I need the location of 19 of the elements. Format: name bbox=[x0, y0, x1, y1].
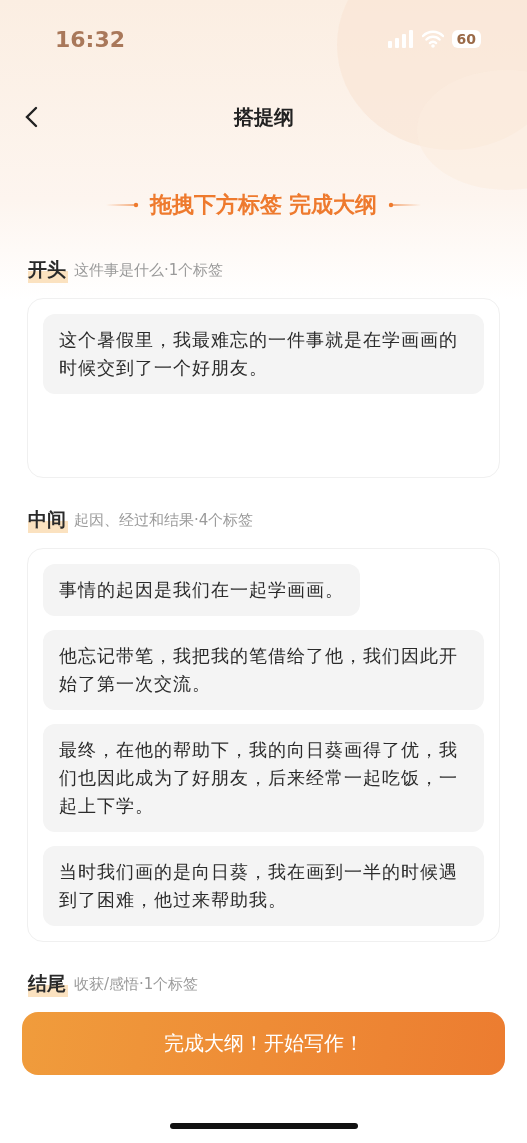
section-subtitle: 这件事是什么·1个标签 bbox=[74, 260, 224, 280]
section-subtitle: 收获/感悟·1个标签 bbox=[74, 974, 199, 994]
status-time: 16:32 bbox=[55, 26, 126, 52]
outline-tag[interactable]: 事情的起因是我们在一起学画画。 bbox=[43, 564, 360, 616]
outline-tag[interactable]: 最终，在他的帮助下，我的向日葵画得了优，我们也因此成为了好朋友，后来经常一起吃饭，一起上下学。 bbox=[43, 724, 484, 832]
outline-tag[interactable]: 这个暑假里，我最难忘的一件事就是在学画画的时候交到了一个好朋友。 bbox=[43, 314, 484, 394]
section-title: 中间 bbox=[28, 507, 68, 533]
ornament-line-icon bbox=[105, 201, 140, 209]
outline-tag[interactable]: 他忘记带笔，我把我的笔借给了他，我们因此开始了第一次交流。 bbox=[43, 630, 484, 710]
section-title: 结尾 bbox=[28, 971, 68, 997]
ornament-line-icon bbox=[387, 201, 422, 209]
outline-tag[interactable]: 当时我们画的是向日葵，我在画到一半的时候遇到了困难，他过来帮助我。 bbox=[43, 846, 484, 926]
wifi-icon bbox=[421, 30, 444, 48]
section-subtitle: 起因、经过和结果·4个标签 bbox=[74, 510, 254, 530]
section-title: 开头 bbox=[28, 257, 68, 283]
signal-icon bbox=[387, 30, 414, 48]
battery-level: 60 bbox=[451, 30, 481, 48]
instruction-heading: 拖拽下方标签 完成大纲 bbox=[149, 191, 378, 219]
page-title: 搭提纲 bbox=[233, 103, 294, 131]
